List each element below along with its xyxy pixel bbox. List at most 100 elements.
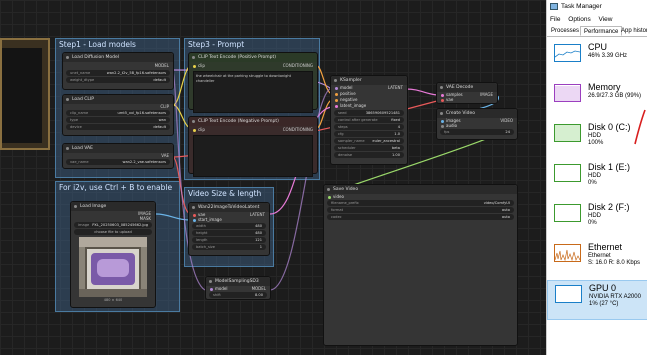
batch-size-widget[interactable]: batch_size 1 [192, 244, 266, 250]
ethernet-adapter: Ethernet [588, 253, 611, 259]
gpu0-model: NVIDIA RTX A2000 [589, 294, 641, 300]
task-manager-window[interactable]: Task Manager File Options View Processes… [546, 0, 647, 355]
scheduler-widget[interactable]: scheduler beta [334, 145, 404, 151]
weight-dtype-widget[interactable]: weight_dtype default [66, 77, 170, 83]
menu-options[interactable]: Options [568, 16, 590, 23]
title-bar[interactable]: Task Manager [547, 0, 647, 14]
node-clip-text-negative[interactable]: CLIP Text Encode (Negative Prompt) clip C… [188, 116, 318, 177]
group-title: Step1 - Load models [59, 40, 136, 49]
perf-item-ethernet[interactable]: Ethernet Ethernet S: 16.0 R: 8.0 Kbps [547, 240, 647, 280]
perf-item-disk2[interactable]: Disk 2 (F:) HDD 0% [547, 200, 647, 240]
denoise-widget[interactable]: denoise 1.00 [334, 152, 404, 158]
input-clip-label: clip [198, 63, 205, 68]
tab-performance[interactable]: Performance [580, 26, 623, 36]
node-load-vae[interactable]: Load VAE VAE vae_name wan2.2_vae.safetens… [62, 143, 174, 169]
node-title: Load VAE [63, 144, 173, 153]
node-title: Save Video [324, 185, 517, 194]
output-vae-label: VAE [161, 153, 169, 158]
input-vae-label: vae [446, 97, 454, 102]
input-model-label: model [340, 85, 353, 90]
disk2-graph [554, 204, 581, 222]
node-title: CLIP Text Encode (Positive Prompt) [189, 53, 317, 62]
perf-item-disk1[interactable]: Disk 1 (E:) HDD 0% [547, 160, 647, 200]
memory-graph [554, 84, 581, 102]
node-load-image[interactable]: Load Image IMAGE MASK image PXL_20250603_… [70, 201, 156, 308]
image-preview [79, 237, 147, 297]
length-widget[interactable]: length 121 [192, 237, 266, 243]
node-title: KSampler [331, 76, 407, 85]
tab-strip: Processes Performance App histor [547, 25, 647, 37]
node-clip-text-positive[interactable]: CLIP Text Encode (Positive Prompt) clip C… [188, 52, 318, 113]
node-vae-decode[interactable]: VAE Decode samples IMAGE vae [436, 82, 498, 104]
input-start-image-label: start_image [198, 217, 222, 222]
clip-type-widget[interactable]: type wan [66, 117, 170, 123]
disk2-type: HDD [588, 213, 601, 219]
image-caption: 480 × 640 [103, 298, 123, 302]
disk0-name: Disk 0 (C:) [588, 122, 631, 132]
disk0-usage: 100% [588, 140, 604, 146]
steps-widget[interactable]: steps 4 [334, 124, 404, 130]
perf-item-gpu0[interactable]: GPU 0 NVIDIA RTX A2000 1% (27 °C) [547, 280, 647, 320]
node-title: Load CLIP [63, 95, 173, 104]
ethernet-throughput: S: 16.0 R: 8.0 Kbps [588, 260, 641, 266]
shift-widget[interactable]: shift 8.00 [209, 292, 267, 298]
width-widget[interactable]: width 480 [192, 223, 266, 229]
input-positive-label: positive [340, 91, 356, 96]
clip-device-widget[interactable]: device default [66, 124, 170, 130]
group-title: For i2v, use Ctrl + B to enable [59, 183, 173, 192]
red-annotation-mark [634, 109, 646, 145]
perf-item-cpu[interactable]: CPU 46% 3.39 GHz [547, 40, 647, 80]
sampler-name-widget[interactable]: sampler_name euler_ancestral [334, 138, 404, 144]
fps-widget[interactable]: fps 24 [440, 129, 514, 135]
perf-item-disk0[interactable]: Disk 0 (C:) HDD 100% [547, 120, 647, 160]
node-title: CLIP Text Encode (Negative Prompt) [189, 117, 317, 126]
output-clip-label: CLIP [160, 104, 169, 109]
disk1-graph [554, 164, 581, 182]
node-title: Wan22ImageToVideoLatent [189, 203, 269, 212]
disk0-type: HDD [588, 133, 601, 139]
perf-item-memory[interactable]: Memory 26.9/27.3 GB (99%) [547, 80, 647, 120]
control-after-generate-widget[interactable]: control after generate fixed [334, 117, 404, 123]
window-title: Task Manager [561, 3, 602, 10]
gpu0-name: GPU 0 [589, 283, 617, 293]
disk0-graph [554, 124, 581, 142]
input-model-label: model [215, 286, 228, 291]
node-wan22-image-to-video-latent[interactable]: Wan22ImageToVideoLatent vae LATENT start_… [188, 202, 270, 256]
menu-view[interactable]: View [599, 16, 613, 23]
output-conditioning-label: CONDITIONING [282, 127, 313, 132]
task-manager-icon [550, 3, 558, 10]
output-conditioning-label: CONDITIONING [282, 63, 313, 68]
positive-prompt-textarea[interactable]: the wheelchair at the parking struggle t… [193, 71, 313, 113]
node-model-sampling-sd3[interactable]: ModelSamplingSD3 model MODEL shift 8.00 [205, 276, 271, 300]
disk2-name: Disk 2 (F:) [588, 202, 630, 212]
vae-name-widget[interactable]: vae_name wan2.2_vae.safetensors [66, 159, 170, 165]
seed-widget[interactable]: seed 386590609521481 [334, 110, 404, 116]
codec-widget[interactable]: codec auto [327, 214, 514, 220]
tab-app-history[interactable]: App histor [618, 26, 647, 36]
cfg-widget[interactable]: cfg 1.0 [334, 131, 404, 137]
memory-usage: 26.9/27.3 GB (99%) [588, 93, 642, 99]
node-ksampler[interactable]: KSampler model LATENT positive negative l… [330, 75, 408, 165]
negative-prompt-textarea[interactable] [193, 135, 313, 177]
node-graph-canvas[interactable]: Step1 - Load models Step3 - Prompt For i… [0, 0, 546, 355]
image-file-widget[interactable]: image PXL_20250603_085245662.jpg [74, 222, 152, 228]
height-widget[interactable]: height 480 [192, 230, 266, 236]
node-load-diffusion-model[interactable]: Load Diffusion Model MODEL unet_name wan2… [62, 52, 174, 90]
group-title: Step3 - Prompt [188, 40, 245, 49]
offscreen-group [0, 38, 50, 150]
upload-button[interactable]: choose file to upload [74, 229, 152, 235]
gpu0-graph [555, 285, 582, 303]
node-load-clip[interactable]: Load CLIP CLIP clip_name umt5_xxl_fp16.sa… [62, 94, 174, 136]
unet-name-widget[interactable]: unet_name wan2.2_t2v_5B_fp16.safetensors [66, 70, 170, 76]
format-widget[interactable]: format auto [327, 207, 514, 213]
tab-processes[interactable]: Processes [548, 26, 582, 36]
input-clip-label: clip [198, 127, 205, 132]
filename-prefix-widget[interactable]: filename_prefix video/ComfyUI [327, 200, 514, 206]
menu-file[interactable]: File [550, 16, 560, 23]
node-save-video[interactable]: Save Video video filename_prefix video/Co… [323, 184, 518, 346]
memory-name: Memory [588, 82, 621, 92]
node-create-video[interactable]: Create Video images VIDEO audio fps 24 [436, 108, 518, 140]
group-title: Video Size & length [188, 189, 262, 198]
gpu0-usage: 1% (27 °C) [589, 301, 619, 307]
clip-name-widget[interactable]: clip_name umt5_xxl_fp16.safetensors [66, 110, 170, 116]
